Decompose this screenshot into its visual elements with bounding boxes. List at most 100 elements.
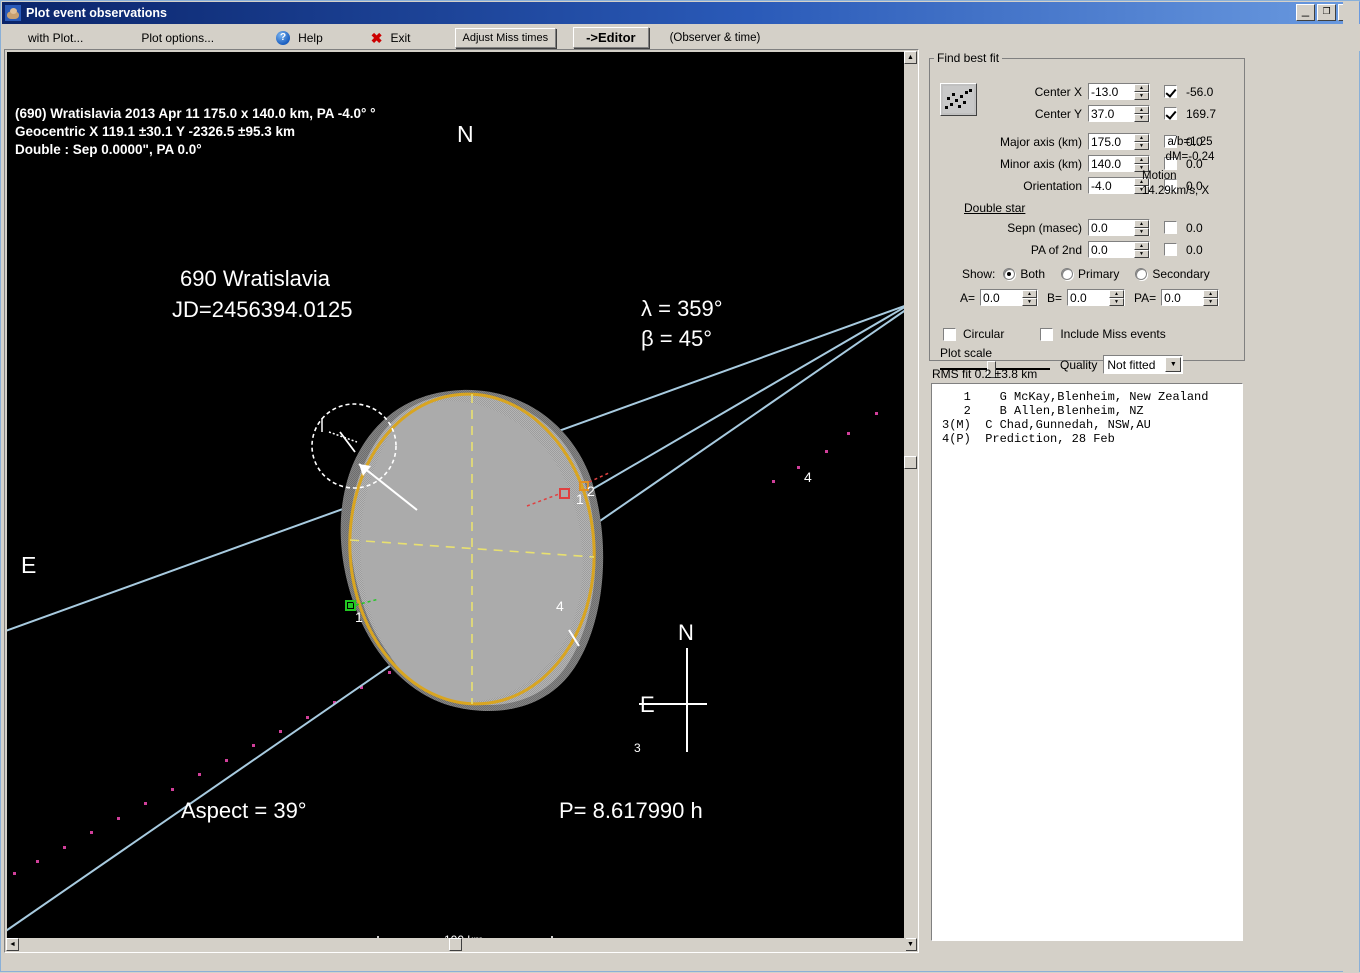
center-y-spin-arrows[interactable]: ▲ ▼ <box>1134 106 1149 122</box>
orientation-input[interactable] <box>1089 178 1133 193</box>
pa-of-2nd-checkbox[interactable] <box>1164 243 1177 256</box>
scroll-up-button[interactable]: ▲ <box>904 51 917 64</box>
pa-of-2nd-result: 0.0 <box>1186 242 1203 257</box>
asteroid-shape-model <box>340 389 604 712</box>
pa-spinner[interactable]: ▲▼ <box>1161 289 1220 306</box>
minor-axis-input[interactable] <box>1089 156 1133 171</box>
orientation-label: Orientation <box>1023 178 1082 193</box>
spin-up-icon[interactable]: ▲ <box>1134 106 1149 114</box>
help-button[interactable]: ? Help <box>276 29 327 47</box>
maximize-icon: ❐ <box>1322 6 1331 16</box>
pa-spin-arrows[interactable]: ▲ ▼ <box>1203 290 1219 306</box>
aspect-label: Aspect = 39° <box>181 798 307 823</box>
spin-down-icon[interactable]: ▼ <box>1134 114 1149 122</box>
show-both-radio[interactable] <box>1003 268 1016 280</box>
spin-up-icon[interactable]: ▲ <box>1134 84 1149 92</box>
help-label: Help <box>298 30 323 45</box>
a-label: A= <box>960 290 976 305</box>
spin-up-icon[interactable]: ▲ <box>1134 242 1149 250</box>
orientation-spinner[interactable]: ▲▼ <box>1088 177 1150 194</box>
sepn-input[interactable] <box>1089 220 1133 235</box>
chord-label-2: 2 <box>587 483 595 499</box>
center-y-result: 169.7 <box>1186 106 1217 121</box>
scroll-thumb-horizontal[interactable] <box>449 938 462 951</box>
observer-time-label[interactable]: (Observer & time) <box>666 30 765 46</box>
plot-panel: (690) Wratislavia 2013 Apr 11 175.0 x 14… <box>4 49 919 953</box>
pa-of-2nd-label: PA of 2nd <box>1030 242 1082 257</box>
sepn-label: Sepn (masec) <box>1007 220 1082 235</box>
a-spin-arrows[interactable]: ▲ ▼ <box>1022 290 1038 306</box>
center-y-checkbox[interactable] <box>1164 107 1177 120</box>
quality-value: Not fitted <box>1107 358 1156 372</box>
editor-button[interactable]: ->Editor <box>573 27 649 48</box>
scroll-thumb-vertical[interactable] <box>904 456 917 469</box>
spin-down-icon[interactable]: ▼ <box>1203 298 1219 306</box>
spin-down-icon[interactable]: ▼ <box>1134 228 1149 236</box>
b-label: B= <box>1047 290 1063 305</box>
circular-checkbox[interactable] <box>943 327 956 341</box>
minimize-button[interactable]: _ <box>1296 3 1315 21</box>
spin-up-icon[interactable]: ▲ <box>1134 220 1149 228</box>
pa-of-2nd-input[interactable] <box>1089 242 1133 257</box>
b-input[interactable] <box>1068 290 1109 305</box>
maximize-button[interactable]: ❐ <box>1317 4 1336 21</box>
spin-down-icon[interactable]: ▼ <box>1022 298 1038 306</box>
show-primary-label: Primary <box>1078 267 1120 281</box>
controls-panel: Find best fit Center X -13.0 ▲ ▼ -56.0 C… <box>926 49 1256 953</box>
pa-of-2nd-spinner[interactable]: ▲▼ <box>1088 241 1150 258</box>
quality-dropdown[interactable]: Not fitted ▼ <box>1103 355 1184 374</box>
sepn-checkbox[interactable] <box>1164 221 1177 234</box>
center-x-spinner[interactable]: ▲▼ <box>1088 83 1150 100</box>
window-title: Plot event observations <box>26 6 168 20</box>
spin-down-icon[interactable]: ▼ <box>1109 298 1125 306</box>
compass-north-label: N <box>457 121 474 147</box>
center-x-checkbox[interactable] <box>1164 85 1177 98</box>
include-miss-checkbox[interactable] <box>1040 327 1054 341</box>
spin-up-icon[interactable]: ▲ <box>1203 290 1219 298</box>
sepn-spinner[interactable]: ▲▼ <box>1088 219 1150 236</box>
major-axis-spinner[interactable]: ▲▼ <box>1088 133 1150 150</box>
show-primary-radio[interactable] <box>1061 268 1074 280</box>
plot-options-menu[interactable]: Plot options... <box>137 29 218 47</box>
chord-label-4: 4 <box>556 598 564 614</box>
major-axis-input[interactable] <box>1089 134 1133 149</box>
spin-down-icon[interactable]: ▼ <box>1134 250 1149 258</box>
center-y-input[interactable] <box>1089 106 1133 121</box>
field-row-center-y: Center Y ▲▼ 169.7 <box>990 105 1216 122</box>
scroll-left-button[interactable]: ◄ <box>6 938 19 951</box>
observer-list[interactable]: 1 G McKay,Blenheim, New Zealand 2 B Alle… <box>931 383 1243 941</box>
pa-of-2nd-spin-arrows[interactable]: ▲ ▼ <box>1134 242 1149 258</box>
a-spinner[interactable]: ▲▼ <box>980 289 1039 306</box>
scatter-fit-icon[interactable] <box>940 83 977 116</box>
plot-horizontal-scrollbar[interactable]: ◄ <box>6 938 906 951</box>
plot-canvas[interactable]: (690) Wratislavia 2013 Apr 11 175.0 x 14… <box>7 52 904 938</box>
center-x-spin-arrows[interactable]: ▲ ▼ <box>1134 84 1149 100</box>
jd-label: JD=2456394.0125 <box>172 297 352 322</box>
show-secondary-radio[interactable] <box>1135 268 1148 280</box>
pa-input[interactable] <box>1162 290 1203 305</box>
motion-value: 14.29km/s, X <box>1142 185 1210 197</box>
minor-axis-spinner[interactable]: ▲▼ <box>1088 155 1150 172</box>
field-row-pa-of-2nd: PA of 2nd ▲▼ 0.0 <box>957 241 1203 258</box>
a-input[interactable] <box>981 290 1022 305</box>
spin-up-icon[interactable]: ▲ <box>1109 290 1125 298</box>
beta-label: β = 45° <box>641 326 712 351</box>
adjust-miss-times-button[interactable]: Adjust Miss times <box>454 27 557 48</box>
quality-control: Quality Not fitted ▼ <box>1060 355 1184 374</box>
plot-vertical-scrollbar[interactable]: ▲ ▼ <box>904 51 917 951</box>
show-both-label: Both <box>1020 267 1046 281</box>
chevron-down-icon[interactable]: ▼ <box>1165 357 1182 372</box>
plot-header-line1: (690) Wratislavia 2013 Apr 11 175.0 x 14… <box>15 106 376 121</box>
sepn-spin-arrows[interactable]: ▲ ▼ <box>1134 220 1149 236</box>
include-miss-label: Include Miss events <box>1060 327 1166 341</box>
show-secondary-label: Secondary <box>1152 267 1210 281</box>
b-spin-arrows[interactable]: ▲ ▼ <box>1109 290 1125 306</box>
exit-button[interactable]: ✖ Exit <box>371 29 415 47</box>
b-spinner[interactable]: ▲▼ <box>1067 289 1126 306</box>
center-y-spinner[interactable]: ▲▼ <box>1088 105 1150 122</box>
with-plot-menu[interactable]: with Plot... <box>24 29 87 47</box>
spin-up-icon[interactable]: ▲ <box>1022 290 1038 298</box>
spin-down-icon[interactable]: ▼ <box>1134 92 1149 100</box>
center-x-input[interactable] <box>1089 84 1133 99</box>
show-row: Show: Both Primary Secondary <box>962 267 1210 281</box>
